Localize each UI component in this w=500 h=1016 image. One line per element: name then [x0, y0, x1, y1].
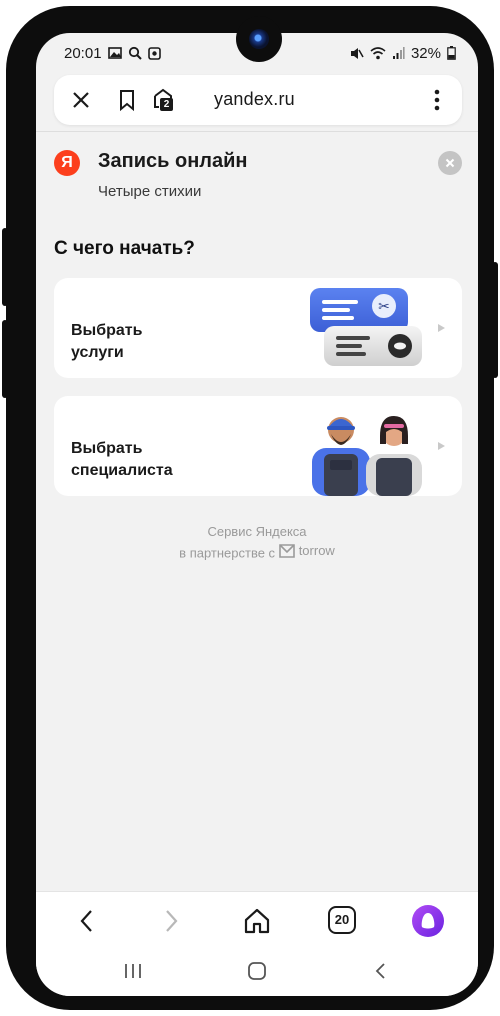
status-left: 20:01: [64, 45, 161, 62]
footer-partner-line: в партнерстве с torrow: [36, 543, 478, 561]
wifi-icon: [370, 46, 386, 59]
card-label: Выбрать специалиста: [71, 438, 173, 482]
status-time: 20:01: [64, 44, 102, 62]
page-title: Запись онлайн: [98, 150, 248, 172]
system-nav-bar: [36, 949, 478, 996]
browser-url-bar: 2 yandex.ru: [54, 75, 462, 125]
phone-frame: 20:01 32% 2 yandex.ru Я Запись онлайн Че…: [6, 6, 494, 1010]
bookmark-icon[interactable]: [114, 87, 140, 113]
torrow-label: torrow: [298, 543, 335, 558]
system-home-icon[interactable]: [246, 961, 268, 981]
close-tab-icon[interactable]: [68, 87, 94, 113]
tabs-badge: 2: [160, 98, 173, 111]
svg-text:✂: ✂: [378, 299, 390, 315]
system-back-icon[interactable]: [370, 961, 392, 981]
screen: 20:01 32% 2 yandex.ru Я Запись онлайн Че…: [36, 33, 478, 996]
url-text[interactable]: yandex.ru: [214, 89, 295, 110]
select-specialist-card[interactable]: Выбрать специалиста: [54, 396, 462, 496]
toolbar-divider: [36, 131, 478, 132]
forward-icon[interactable]: [156, 906, 186, 936]
recent-apps-icon[interactable]: [122, 961, 144, 981]
browser-bottom-nav: 20: [36, 891, 478, 950]
home-icon[interactable]: [242, 906, 272, 936]
battery-text: 32%: [410, 44, 441, 62]
specialists-illustration: [312, 416, 422, 496]
card-label: Выбрать услуги: [71, 320, 142, 364]
front-camera: [236, 16, 282, 62]
tabs-button[interactable]: 2: [152, 87, 178, 113]
back-icon[interactable]: [72, 906, 102, 936]
yandex-logo: Я: [54, 150, 80, 176]
services-illustration: ✂: [310, 288, 422, 366]
torrow-icon: [278, 543, 295, 558]
tabs-switcher-button[interactable]: 20: [328, 906, 356, 934]
alice-button[interactable]: [412, 905, 444, 937]
select-services-card[interactable]: Выбрать услуги ✂: [54, 278, 462, 378]
footer-service-text: Сервис Яндекса: [207, 524, 307, 539]
section-title: С чего начать?: [54, 238, 195, 259]
alice-icon: [421, 913, 435, 929]
card-label-line1: Выбрать: [71, 440, 143, 457]
close-icon: [445, 158, 455, 168]
battery-icon: [447, 46, 456, 60]
gallery-icon: [107, 47, 122, 59]
card-label-line2: услуги: [71, 344, 124, 361]
chevron-right-icon: [438, 442, 445, 450]
card-label-line2: специалиста: [71, 462, 173, 479]
card-label-line1: Выбрать: [71, 322, 143, 339]
status-right: 32%: [350, 45, 456, 62]
footer-partner-prefix: в партнерстве с: [179, 545, 276, 561]
close-button[interactable]: [438, 151, 462, 175]
page-subtitle: Четыре стихии: [98, 183, 202, 200]
signal-icon: [392, 46, 405, 59]
torrow-logo[interactable]: torrow: [278, 543, 335, 558]
more-menu-icon[interactable]: [424, 87, 450, 113]
app-icon: [147, 46, 161, 60]
camera-lens: [249, 29, 269, 49]
mute-icon: [350, 47, 364, 59]
search-icon: [128, 46, 142, 60]
chevron-right-icon: [438, 324, 445, 332]
